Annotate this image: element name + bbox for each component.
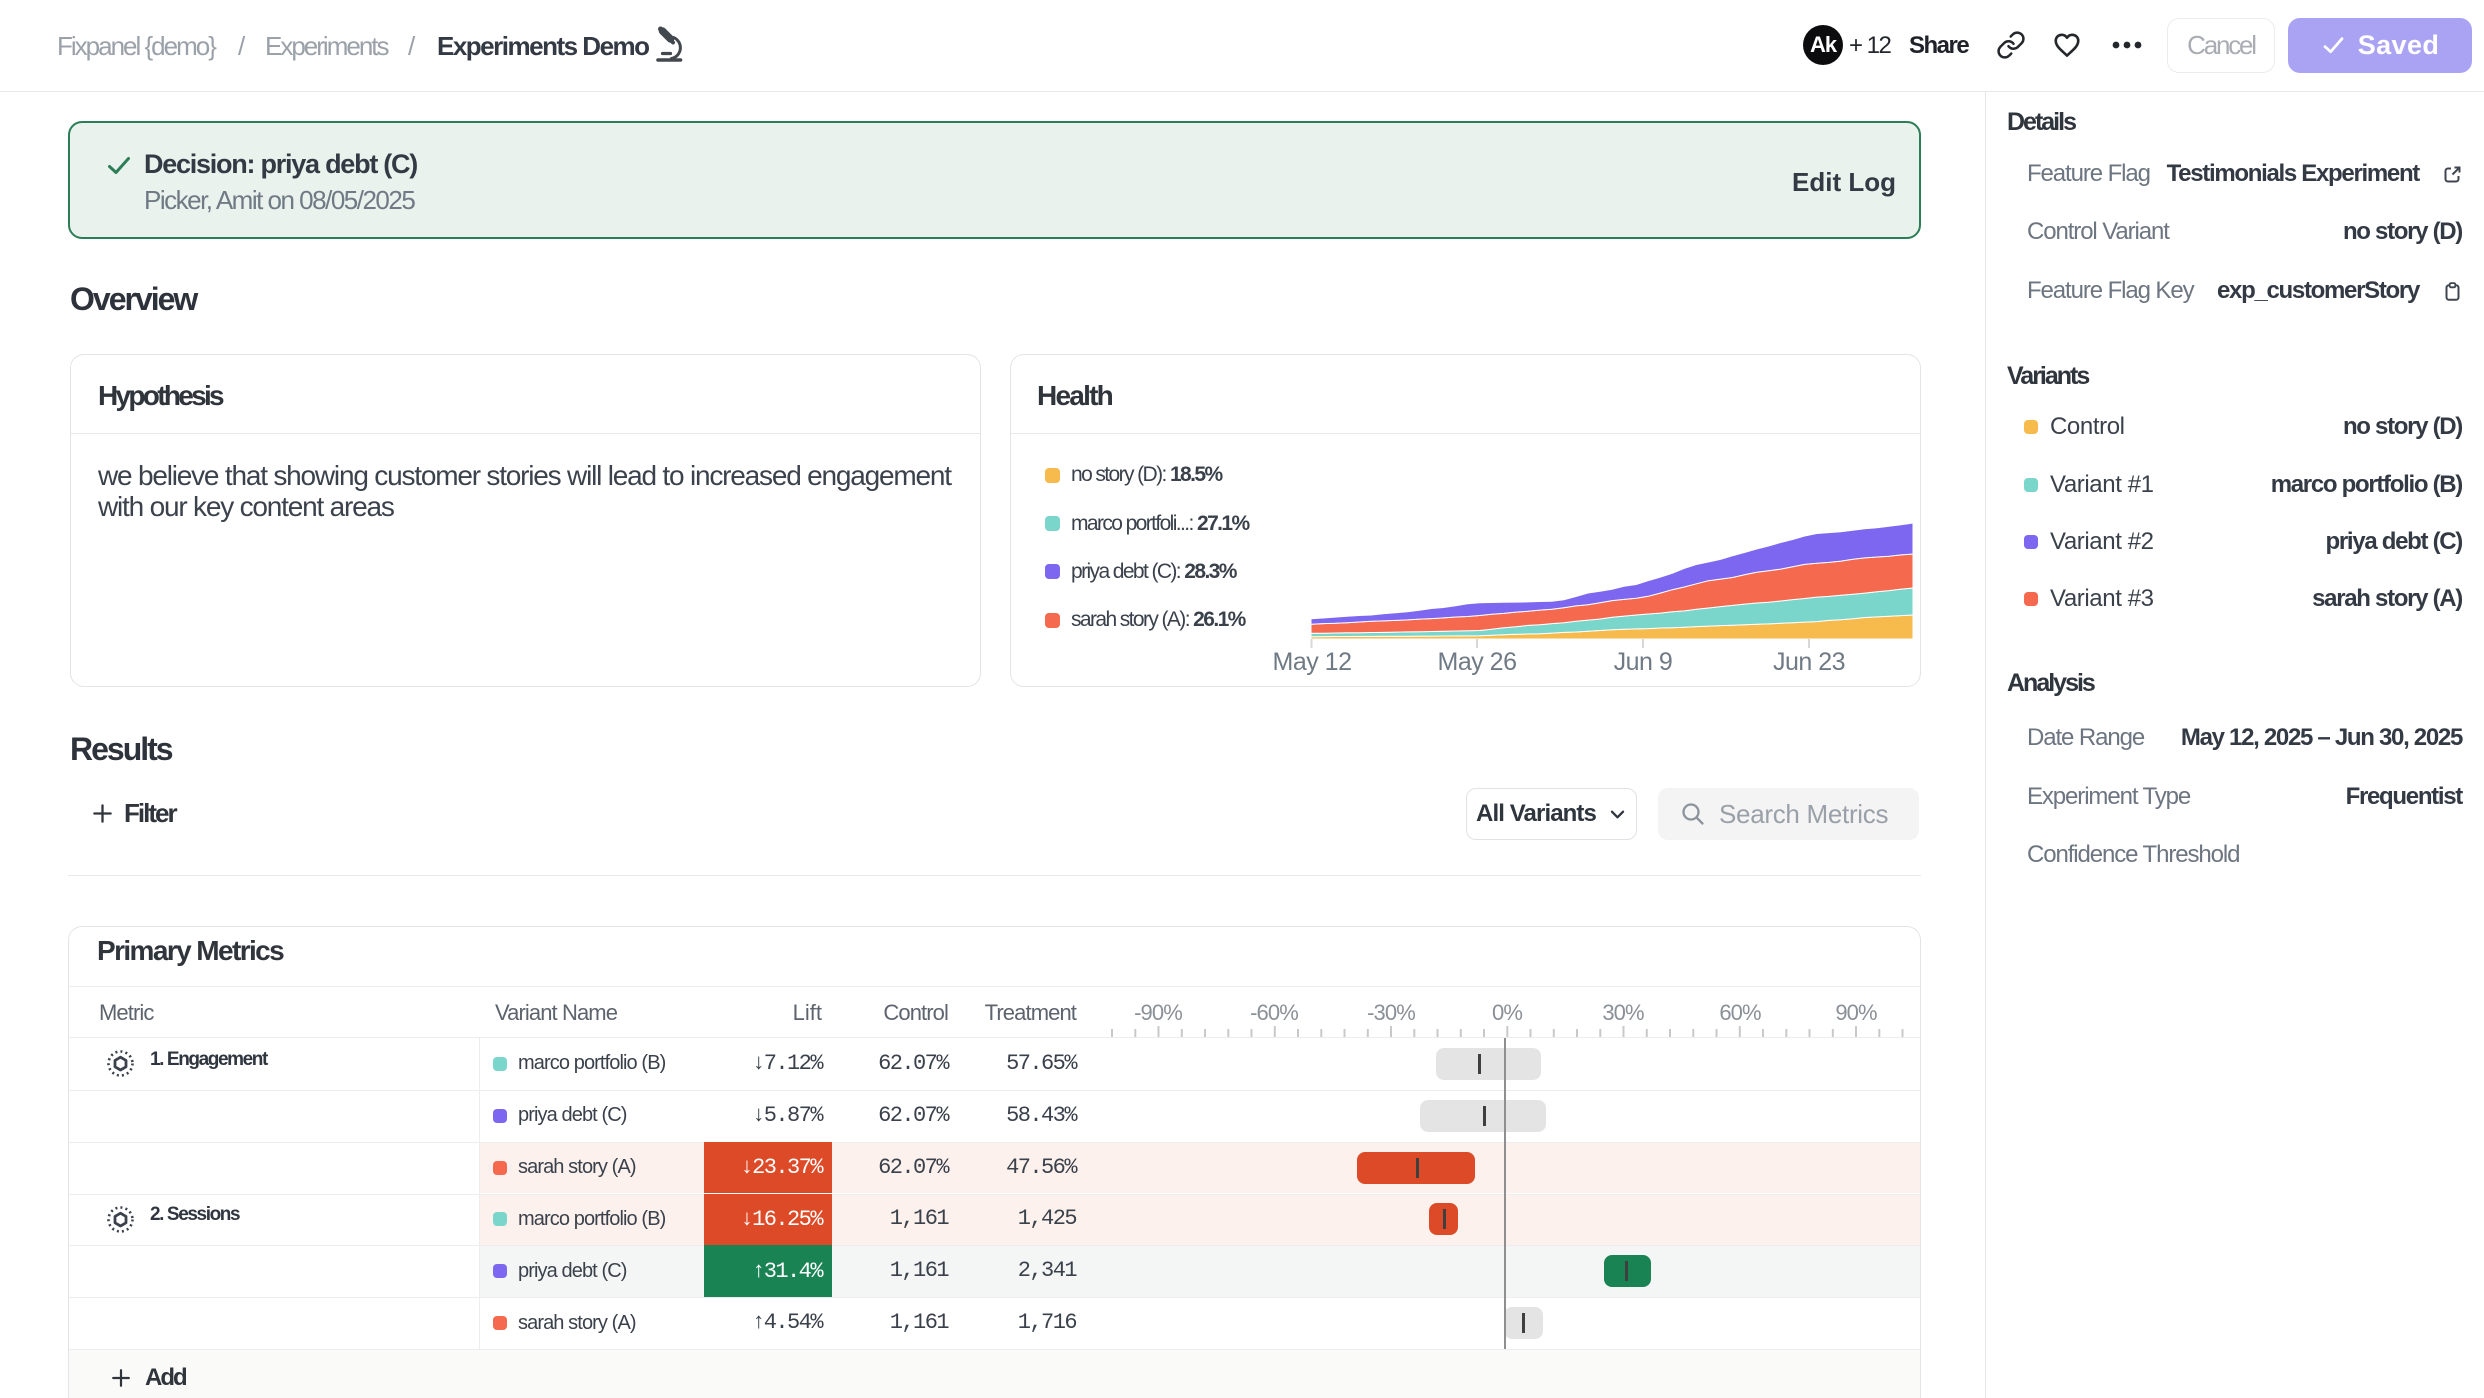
svg-text:Jun 9: Jun 9 — [1614, 648, 1673, 676]
svg-text:Jun 23: Jun 23 — [1773, 648, 1845, 676]
svg-text:May 26: May 26 — [1438, 648, 1517, 676]
svg-text:May 12: May 12 — [1273, 648, 1352, 676]
